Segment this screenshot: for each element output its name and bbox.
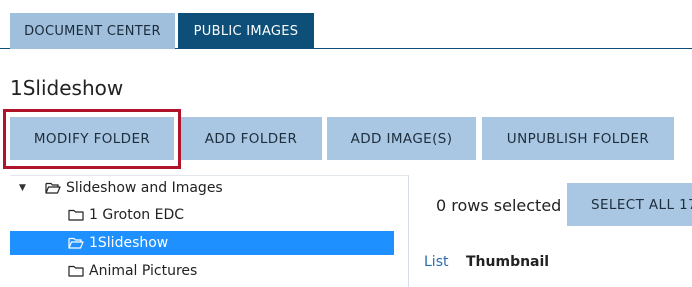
folder-icon: [68, 265, 84, 277]
tree-item-root[interactable]: ▼ Slideshow and Images: [10, 176, 409, 200]
tree-item-label: 1Slideshow: [89, 235, 169, 251]
rows-selected-count: 0 rows selected: [436, 196, 562, 215]
modify-folder-button[interactable]: MODIFY FOLDER: [10, 117, 174, 160]
list-view-link[interactable]: List: [424, 254, 448, 270]
tab-document-center[interactable]: DOCUMENT CENTER: [10, 13, 175, 49]
page-title: 1Slideshow: [10, 76, 124, 100]
folder-open-icon: [45, 182, 61, 194]
column-header-thumbnail[interactable]: Thumbnail: [466, 254, 549, 270]
folder-open-icon: [68, 237, 84, 249]
unpublish-folder-button[interactable]: UNPUBLISH FOLDER: [482, 117, 674, 160]
folder-icon: [68, 209, 84, 221]
tree-item-label: Animal Pictures: [89, 263, 198, 279]
tree-item-label: 1 Groton EDC: [89, 207, 184, 223]
tree-item-1slideshow[interactable]: 1Slideshow: [10, 231, 394, 255]
tree-item-1-groton-edc[interactable]: 1 Groton EDC: [10, 203, 409, 227]
caret-down-icon[interactable]: ▼: [19, 183, 26, 193]
tab-bar: DOCUMENT CENTER PUBLIC IMAGES: [0, 0, 692, 49]
folder-tree: ▼ Slideshow and Images 1 Groton EDC 1Sli…: [10, 175, 409, 287]
select-all-button[interactable]: SELECT ALL 17: [567, 183, 692, 226]
tab-public-images[interactable]: PUBLIC IMAGES: [178, 13, 314, 49]
tree-item-label: Slideshow and Images: [66, 180, 223, 196]
add-folder-button[interactable]: ADD FOLDER: [180, 117, 322, 160]
add-images-button[interactable]: ADD IMAGE(S): [327, 117, 476, 160]
tree-item-animal-pictures[interactable]: Animal Pictures: [10, 259, 409, 283]
